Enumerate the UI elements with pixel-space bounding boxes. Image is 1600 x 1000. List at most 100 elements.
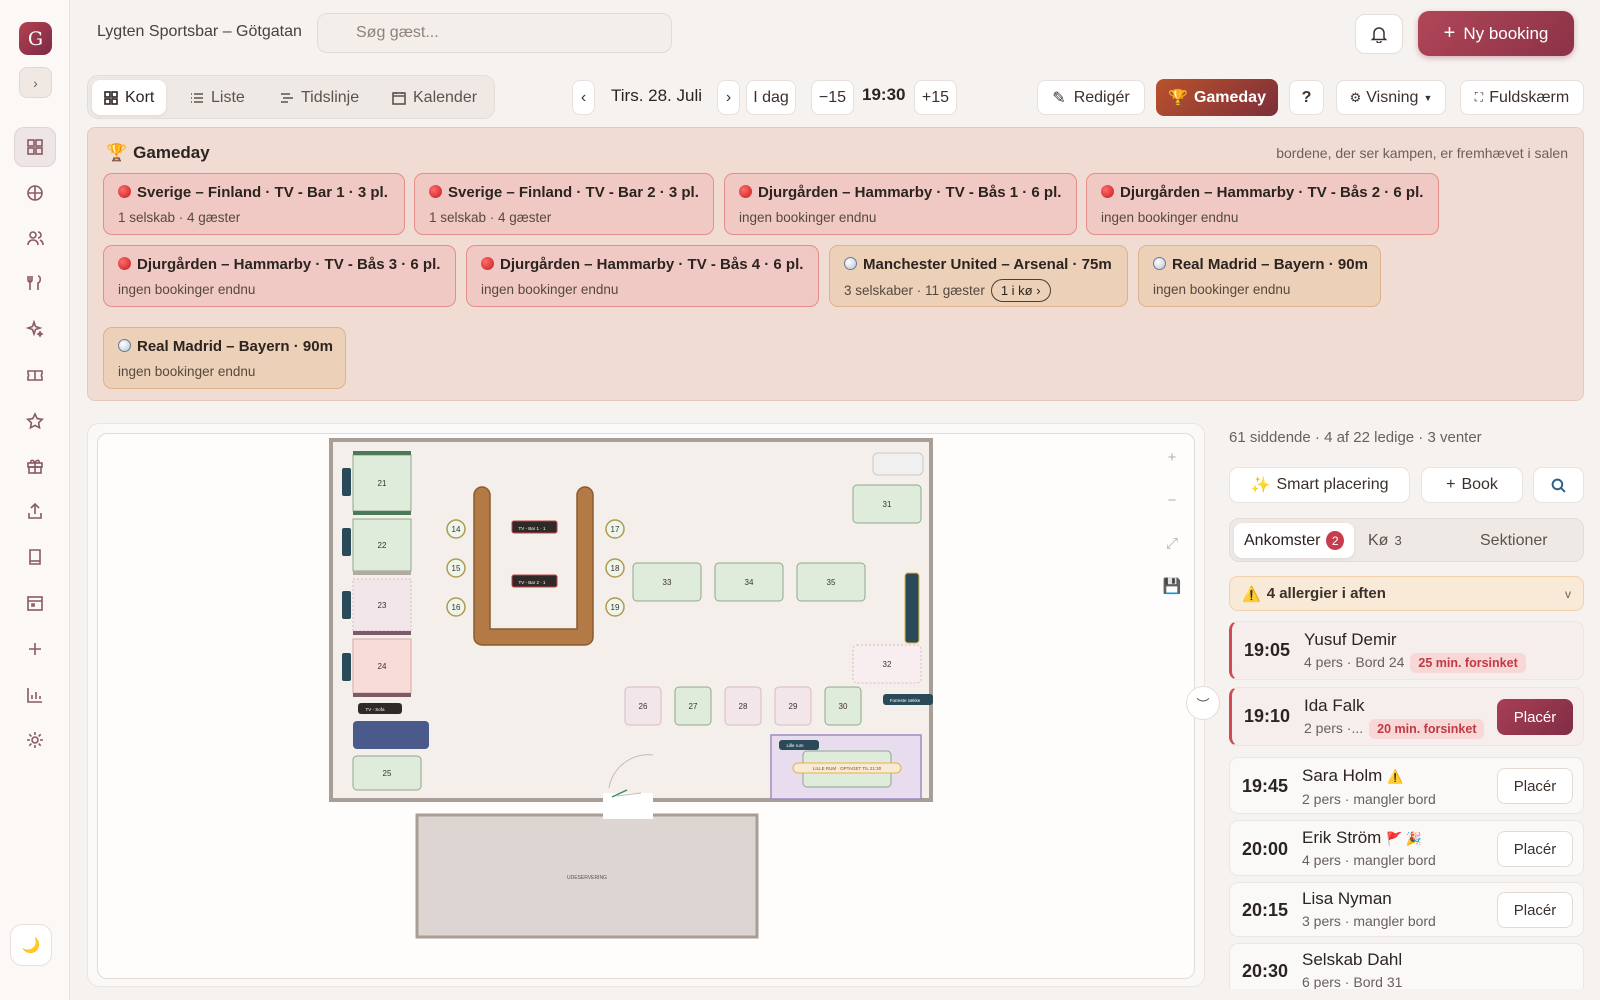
tab-queue[interactable]: Kø 3 [1358, 523, 1412, 558]
menu-icon [27, 275, 42, 290]
nav-stats[interactable] [14, 675, 56, 715]
place-button[interactable]: Placér [1497, 831, 1573, 867]
nav-settings[interactable] [14, 720, 56, 760]
nav-calendar[interactable] [14, 583, 56, 623]
stool-18[interactable]: 18 [605, 558, 625, 578]
gameday-card[interactable]: Djurgården – Hammarby · TV ‑ Bås 2 · 6 p… [1086, 173, 1439, 235]
booth-22[interactable]: 22 [352, 518, 412, 575]
allergy-banner[interactable]: ⚠️ 4 allergier i aften v [1229, 576, 1584, 611]
arrival-item[interactable]: 19:10 Ida Falk 2 pers ·... 20 min. forsin… [1229, 687, 1584, 746]
place-button[interactable]: Placér [1497, 892, 1573, 928]
collapse-panel-button[interactable]: ︶ [1186, 686, 1220, 720]
tab-arrivals[interactable]: Ankomster 2 [1234, 523, 1354, 558]
stool-14[interactable]: 14 [446, 519, 466, 539]
floor-plan[interactable]: UDESERVERING 21 22 23 24 TV ‑ Sofa 25 TV… [97, 433, 1195, 979]
today-button[interactable]: I dag [746, 80, 796, 115]
edit-button[interactable]: ✎ Redigér [1037, 80, 1145, 115]
place-button[interactable]: Placér [1497, 768, 1573, 804]
nav-favourites[interactable] [14, 401, 56, 441]
gameday-card[interactable]: Djurgården – Hammarby · TV ‑ Bås 4 · 6 p… [466, 245, 819, 307]
zoom-in-button[interactable]: + [1152, 437, 1192, 477]
table-30[interactable]: 30 [824, 686, 862, 726]
stool-16[interactable]: 16 [446, 597, 466, 617]
stool-17[interactable]: 17 [605, 519, 625, 539]
gameday-card[interactable]: Real Madrid – Bayern · 90m ingen bookinge… [103, 327, 346, 389]
table-34[interactable]: 34 [714, 562, 784, 602]
sofa[interactable] [353, 721, 429, 749]
arrival-item[interactable]: 20:30 Selskab Dahl 6 pers · Bord 31 [1229, 943, 1584, 989]
tab-kalender[interactable]: Kalender [380, 80, 489, 115]
table-25[interactable]: 25 [352, 755, 422, 791]
app-logo[interactable]: G [19, 22, 52, 55]
arrival-item[interactable]: 19:05 Yusuf Demir 4 pers · Bord 24 25 min… [1229, 621, 1584, 680]
nav-gifts[interactable] [14, 446, 56, 486]
allergy-text: 4 allergier i aften [1266, 585, 1386, 602]
nav-tables[interactable] [14, 173, 56, 213]
tab-tidslinje[interactable]: Tidslinje [268, 80, 371, 115]
view-options-dropdown[interactable]: ⚙ Visning ▼ [1336, 80, 1446, 115]
table-35[interactable]: 35 [796, 562, 866, 602]
minus-15-button[interactable]: −15 [811, 80, 854, 115]
gameday-button[interactable]: 🏆 Gameday [1156, 79, 1278, 116]
table-28[interactable]: 28 [724, 686, 762, 726]
stool-15[interactable]: 15 [446, 558, 466, 578]
expand-rail-button[interactable]: › [19, 67, 52, 98]
table-29[interactable]: 29 [774, 686, 812, 726]
table-31[interactable]: 31 [852, 484, 922, 524]
stool-19[interactable]: 19 [605, 597, 625, 617]
tv-label: TV ‑ Sofa [365, 707, 385, 712]
venue-name[interactable]: Lygten Sportsbar – Götgatan [97, 23, 302, 41]
arrival-item[interactable]: 19:45 Sara Holm ⚠️ 2 pers · mangler bord… [1229, 757, 1584, 814]
search-button[interactable] [1533, 467, 1584, 503]
gameday-card[interactable]: Sverige – Finland · TV ‑ Bar 1 · 3 pl. 1 … [103, 173, 405, 235]
place-button[interactable]: Placér [1497, 699, 1573, 735]
nav-guests[interactable] [14, 218, 56, 258]
arrival-item[interactable]: 20:00 Erik Ström 🚩 🎉 4 pers · mangler bo… [1229, 820, 1584, 876]
gameday-card[interactable]: Djurgården – Hammarby · TV ‑ Bås 1 · 6 p… [724, 173, 1077, 235]
table-26[interactable]: 26 [624, 686, 662, 726]
gameday-card[interactable]: Djurgården – Hammarby · TV ‑ Bås 3 · 6 p… [103, 245, 456, 307]
notifications-button[interactable] [1355, 14, 1403, 54]
nav-ai[interactable] [14, 309, 56, 349]
save-layout-button[interactable]: 💾 [1152, 566, 1192, 606]
late-badge: 25 min. forsinket [1410, 653, 1526, 673]
nav-book[interactable] [14, 537, 56, 577]
current-time[interactable]: 19:30 [862, 85, 905, 105]
gameday-card[interactable]: Sverige – Finland · TV ‑ Bar 2 · 3 pl. 1 … [414, 173, 714, 235]
tab-kort[interactable]: Kort [92, 80, 167, 115]
table-32[interactable]: 32 [852, 644, 922, 684]
search-guest-input[interactable] [317, 13, 672, 53]
table-33[interactable]: 33 [632, 562, 702, 602]
tab-sections[interactable]: Sektioner [1470, 523, 1558, 558]
fit-map-button[interactable]: ⤢ [1152, 523, 1192, 563]
theme-toggle-button[interactable]: 🌙 [10, 924, 52, 966]
new-booking-button[interactable]: + Ny booking [1418, 11, 1574, 56]
gameday-card[interactable]: Real Madrid – Bayern · 90m ingen bookinge… [1138, 245, 1381, 307]
zoom-out-button[interactable]: − [1152, 480, 1192, 520]
nav-add[interactable] [14, 629, 56, 669]
guest-name: Lisa Nyman [1302, 889, 1392, 908]
smart-placement-button[interactable]: ✨ Smart placering [1229, 467, 1410, 503]
new-booking-label: Ny booking [1463, 23, 1549, 43]
table-27[interactable]: 27 [674, 686, 712, 726]
plus-15-button[interactable]: +15 [914, 80, 957, 115]
nav-floor-map[interactable] [14, 127, 56, 167]
booth-24[interactable]: 24 [352, 638, 412, 697]
nav-menu[interactable] [14, 263, 56, 303]
gift-icon [27, 459, 43, 474]
booth-23[interactable]: 23 [352, 578, 412, 635]
tab-liste[interactable]: Liste [178, 80, 257, 115]
booth-21[interactable]: 21 [352, 451, 412, 515]
prev-day-button[interactable]: ‹ [572, 80, 595, 115]
book-button[interactable]: + Book [1421, 467, 1523, 503]
gameday-card[interactable]: Manchester United – Arsenal · 75m 3 selsk… [829, 245, 1128, 307]
help-button[interactable]: ? [1289, 80, 1324, 115]
queue-pill[interactable]: 1 i kø › [990, 279, 1051, 302]
nav-export[interactable] [14, 491, 56, 531]
next-day-button[interactable]: › [717, 80, 740, 115]
card-title-text: Real Madrid – Bayern · 90m [1172, 256, 1368, 273]
arrival-item[interactable]: 20:15 Lisa Nyman 3 pers · mangler bord P… [1229, 882, 1584, 937]
fullscreen-button[interactable]: ⛶ Fuldskærm [1460, 80, 1584, 115]
nav-tickets[interactable] [14, 355, 56, 395]
current-date[interactable]: Tirs. 28. Juli [611, 86, 702, 106]
